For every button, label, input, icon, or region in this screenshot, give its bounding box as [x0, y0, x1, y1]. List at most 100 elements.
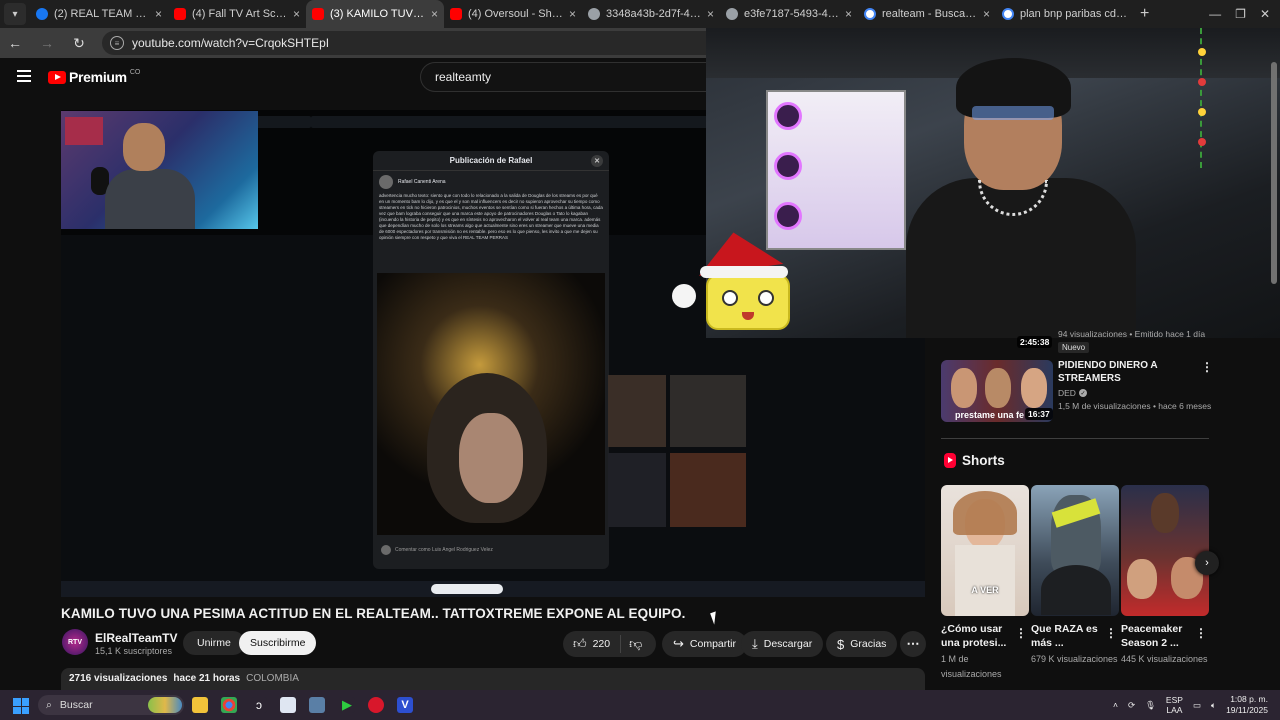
- browser-tab-7[interactable]: realteam - Buscar con Go ×: [858, 0, 996, 28]
- short-thumbnail[interactable]: [1121, 485, 1209, 616]
- file-explorer-icon[interactable]: [192, 697, 208, 713]
- close-window-icon[interactable]: ✕: [1260, 7, 1270, 21]
- search-icon: ⌕: [46, 698, 52, 711]
- rec2-more-icon[interactable]: ⋮: [1201, 360, 1213, 374]
- rec2-stats: 1,5 M de visualizaciones • hace 6 meses: [1058, 401, 1212, 411]
- new-tab-plus-icon[interactable]: +: [1134, 5, 1155, 23]
- calculator-icon[interactable]: [309, 697, 325, 713]
- dislike-button[interactable]: 👎︎: [621, 636, 650, 652]
- reload-icon[interactable]: ↻: [70, 35, 88, 52]
- browser-tab-2[interactable]: (4) Fall TV Art Screensave ×: [168, 0, 306, 28]
- app-icon[interactable]: V: [397, 697, 413, 713]
- screenshare-thumbnails: [608, 375, 748, 530]
- site-info-icon[interactable]: ≡: [110, 36, 124, 50]
- close-tab-icon[interactable]: ×: [569, 7, 576, 21]
- tab-search-button[interactable]: ▾: [4, 3, 26, 25]
- share-label: Compartir: [689, 638, 736, 650]
- rec2-title[interactable]: PIDIENDO DINERO A STREAMERS: [1058, 359, 1188, 385]
- short-thumbnail[interactable]: [1031, 485, 1119, 616]
- short-more-icon[interactable]: ⋮: [1015, 626, 1027, 640]
- microphone-icon[interactable]: 🎙︎: [1145, 700, 1156, 711]
- tab-title: (3) KAMILO TUVO UNA PE: [330, 8, 425, 20]
- download-button[interactable]: ⤓ Descargar: [741, 631, 824, 657]
- browser-tab-6[interactable]: e3fe7187-5493-4079-a6e ×: [720, 0, 858, 28]
- close-tab-icon[interactable]: ×: [431, 7, 438, 21]
- short-more-icon[interactable]: ⋮: [1105, 626, 1117, 640]
- short-card[interactable]: A VER ¿Cómo usar una protesi... 1 M de v…: [941, 485, 1029, 682]
- chrome-icon[interactable]: [221, 697, 237, 713]
- more-actions-icon[interactable]: ⋯: [900, 631, 926, 657]
- menu-hamburger-icon[interactable]: [17, 70, 31, 82]
- address-bar[interactable]: ≡ youtube.com/watch?v=CrqokSHTEpI: [102, 31, 722, 55]
- youtube-icon: [174, 8, 186, 20]
- short-card[interactable]: Peacemaker Season 2 ... 445 K visualizac…: [1121, 485, 1209, 667]
- app-icon[interactable]: ↄ: [251, 697, 267, 713]
- short-title: Peacemaker Season 2 ...: [1121, 623, 1183, 649]
- language-indicator[interactable]: ESP LAA: [1166, 695, 1183, 715]
- small-webcam-overlay: [61, 111, 258, 229]
- rec1-meta: 94 visualizaciones • Emitido hace 1 día: [1058, 329, 1206, 339]
- close-tab-icon[interactable]: ×: [707, 7, 714, 21]
- view-count: 2716 visualizaciones: [69, 673, 168, 684]
- clock[interactable]: 1:08 p. m. 19/11/2025: [1226, 694, 1268, 716]
- app-icon[interactable]: [280, 697, 296, 713]
- post-author-name: Rafael Canenti Arena: [398, 179, 446, 185]
- subscribe-button[interactable]: Suscribirme: [239, 631, 317, 655]
- browser-tab-1[interactable]: (2) REAL TEAM PRRASI | F ×: [30, 0, 168, 28]
- youtube-play-icon: [48, 70, 66, 84]
- back-arrow-icon[interactable]: ←: [6, 35, 24, 51]
- short-card[interactable]: Que RAZA es más ... 679 K visualizacione…: [1031, 485, 1119, 667]
- close-tab-icon[interactable]: ×: [293, 7, 300, 21]
- windows-start-icon[interactable]: [13, 698, 29, 714]
- decor: [431, 584, 503, 594]
- rec2-channel[interactable]: DED ✓: [1058, 388, 1087, 398]
- verified-check-icon: ✓: [1078, 389, 1087, 397]
- tab-title: (2) REAL TEAM PRRASI | F: [54, 8, 149, 20]
- app-icon[interactable]: ▶: [339, 697, 355, 713]
- share-button[interactable]: ↪ Compartir: [662, 631, 747, 657]
- app-icon[interactable]: [368, 697, 384, 713]
- shorts-next-chevron-icon[interactable]: ›: [1195, 551, 1219, 575]
- browser-tab-5[interactable]: 3348a43b-2d7f-440a-91b ×: [582, 0, 720, 28]
- join-button[interactable]: Unirme: [183, 631, 245, 655]
- decor: [774, 202, 802, 230]
- like-count: 220: [592, 638, 611, 650]
- tab-title: e3fe7187-5493-4079-a6e: [744, 8, 839, 20]
- browser-tab-4[interactable]: (4) Oversoul - Shaman Ki ×: [444, 0, 582, 28]
- chevron-up-icon[interactable]: ˄: [1113, 700, 1118, 710]
- decor: [722, 290, 738, 306]
- maximize-icon[interactable]: ❐: [1235, 7, 1246, 21]
- divider: [941, 438, 1209, 439]
- forward-arrow-icon[interactable]: →: [38, 35, 56, 51]
- volume-icon[interactable]: 🔈︎: [1211, 700, 1216, 711]
- santa-hat-sticker: [672, 226, 802, 332]
- youtube-premium-logo[interactable]: Premium CO: [48, 69, 140, 85]
- google-icon: [1002, 8, 1014, 20]
- search-input[interactable]: realteamty: [420, 62, 720, 92]
- post-author: Rafael Canenti Arena: [373, 171, 609, 193]
- description-box[interactable]: 2716 visualizaciones hace 21 horas COLOM…: [61, 668, 925, 690]
- close-tab-icon[interactable]: ×: [155, 7, 162, 21]
- thanks-button[interactable]: $ Gracias: [826, 631, 898, 657]
- tray-app-icon[interactable]: ⟳: [1128, 700, 1135, 711]
- lang-top: ESP: [1165, 695, 1183, 705]
- decor: [706, 274, 790, 330]
- browser-tab-8[interactable]: plan bnp paribas cdf - Bu: [996, 0, 1134, 28]
- close-tab-icon[interactable]: ×: [983, 7, 990, 21]
- globe-icon: [588, 8, 600, 20]
- browser-tab-3[interactable]: (3) KAMILO TUVO UNA PE ×: [306, 0, 444, 28]
- taskbar-search[interactable]: ⌕ Buscar: [38, 695, 184, 715]
- channel-name[interactable]: ElRealTeamTV: [95, 631, 177, 645]
- close-tab-icon[interactable]: ×: [845, 7, 852, 21]
- short-more-icon[interactable]: ⋮: [1195, 626, 1207, 640]
- minimize-icon[interactable]: —: [1209, 7, 1221, 21]
- post-comment-box: Comentar como Luis Angel Rodriguez Velez: [377, 539, 605, 561]
- channel-avatar[interactable]: RTV: [62, 629, 88, 655]
- short-thumbnail[interactable]: A VER: [941, 485, 1029, 616]
- page-scrollbar[interactable]: [1271, 62, 1277, 284]
- youtube-icon: [312, 8, 324, 20]
- network-icon[interactable]: ▭: [1193, 700, 1201, 711]
- thumbs-up-icon: 👍︎: [573, 636, 587, 651]
- decor: [985, 368, 1011, 408]
- like-button[interactable]: 👍︎ 220: [563, 635, 622, 653]
